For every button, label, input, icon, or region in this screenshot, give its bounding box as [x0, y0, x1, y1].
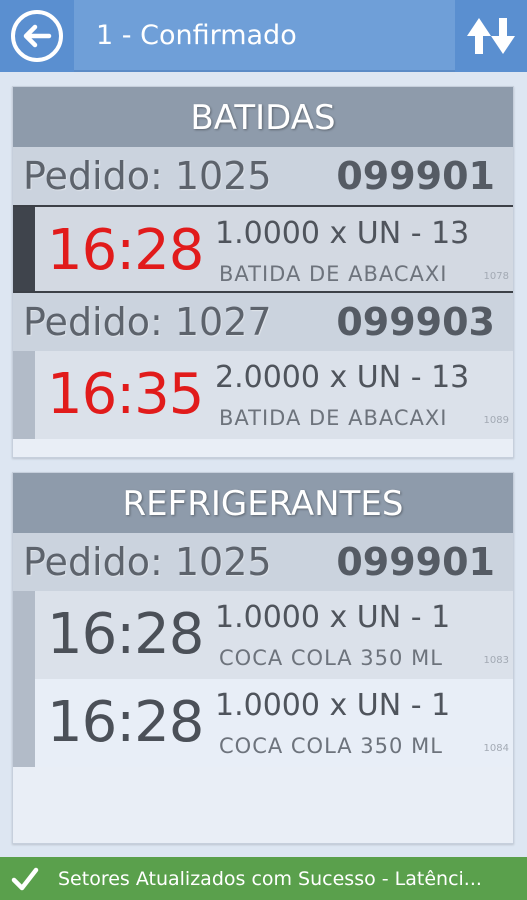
- item-id: 1083: [483, 655, 509, 666]
- back-arrow-icon: [11, 10, 63, 62]
- item-name: BATIDA DE ABACAXI: [219, 262, 448, 286]
- section-refrigerantes: REFRIGERANTES Pedido: 1025 099901 16:28 …: [12, 472, 514, 844]
- status-message: Setores Atualizados com Sucesso - Latênc…: [58, 868, 482, 890]
- item-quantity: 2.0000 x UN - 13: [215, 360, 470, 395]
- refresh-button[interactable]: [455, 0, 527, 72]
- item-name: BATIDA DE ABACAXI: [219, 406, 448, 430]
- selection-marker: [13, 591, 35, 679]
- order-item-row[interactable]: 16:28 1.0000 x UN - 13 BATIDA DE ABACAXI…: [13, 205, 513, 293]
- item-time: 16:28: [47, 218, 204, 283]
- status-bar: Setores Atualizados com Sucesso - Latênc…: [0, 857, 527, 900]
- order-code: 099901: [336, 154, 495, 198]
- top-bar: 1 - Confirmado: [0, 0, 527, 72]
- order-code: 099901: [336, 540, 495, 584]
- selection-marker: [13, 207, 35, 291]
- order-item-row[interactable]: 16:28 1.0000 x UN - 1 COCA COLA 350 ML 1…: [13, 679, 513, 767]
- section-title: BATIDAS: [13, 87, 513, 147]
- refresh-arrows-icon: [467, 18, 515, 54]
- order-number: Pedido: 1025: [23, 540, 272, 584]
- item-id: 1084: [483, 743, 509, 754]
- check-icon: [11, 867, 39, 891]
- page-title: 1 - Confirmado: [96, 20, 297, 51]
- section-title: REFRIGERANTES: [13, 473, 513, 533]
- item-time: 16:35: [47, 362, 204, 427]
- order-header[interactable]: Pedido: 1025 099901: [13, 533, 513, 591]
- selection-marker: [13, 679, 35, 767]
- item-quantity: 1.0000 x UN - 1: [215, 688, 451, 723]
- order-header[interactable]: Pedido: 1027 099903: [13, 293, 513, 351]
- section-batidas: BATIDAS Pedido: 1025 099901 16:28 1.0000…: [12, 86, 514, 458]
- order-item-row[interactable]: 16:35 2.0000 x UN - 13 BATIDA DE ABACAXI…: [13, 351, 513, 439]
- item-time: 16:28: [47, 690, 204, 755]
- order-number: Pedido: 1027: [23, 300, 272, 344]
- item-quantity: 1.0000 x UN - 1: [215, 600, 451, 635]
- item-name: COCA COLA 350 ML: [219, 734, 443, 758]
- order-item-row[interactable]: 16:28 1.0000 x UN - 1 COCA COLA 350 ML 1…: [13, 591, 513, 679]
- back-button[interactable]: [0, 0, 74, 72]
- selection-marker: [13, 351, 35, 439]
- item-time: 16:28: [47, 602, 204, 667]
- item-id: 1089: [483, 415, 509, 426]
- item-quantity: 1.0000 x UN - 13: [215, 216, 470, 251]
- order-header[interactable]: Pedido: 1025 099901: [13, 147, 513, 205]
- order-number: Pedido: 1025: [23, 154, 272, 198]
- item-id: 1078: [483, 271, 509, 282]
- item-name: COCA COLA 350 ML: [219, 646, 443, 670]
- order-code: 099903: [336, 300, 495, 344]
